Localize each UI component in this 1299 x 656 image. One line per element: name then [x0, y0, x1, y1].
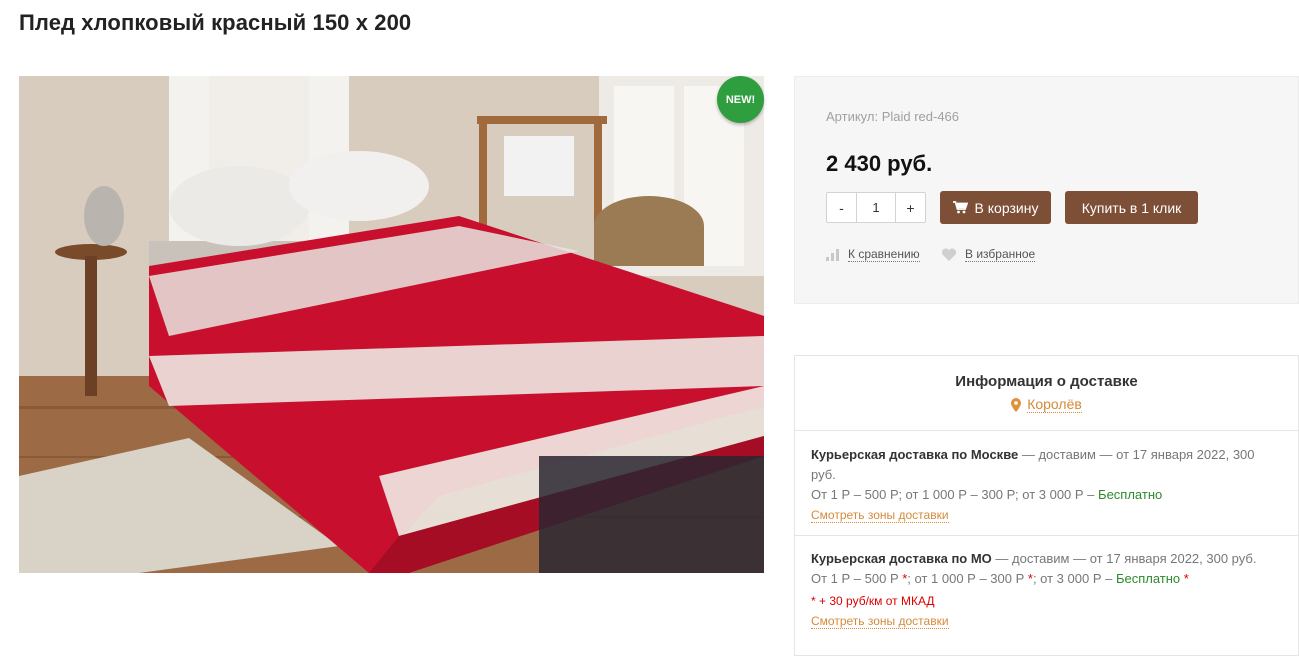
- quantity-increase-button[interactable]: +: [896, 193, 925, 222]
- product-photo: [19, 76, 764, 573]
- delivery-mo-price3: ; от 3 000 Р –: [1032, 571, 1116, 586]
- delivery-mo-star2: *: [1024, 571, 1033, 586]
- delivery-moscow-description: Курьерская доставка по Москве — доставим…: [811, 445, 1282, 485]
- quantity-input[interactable]: [856, 193, 896, 222]
- favorite-link[interactable]: В избранное: [941, 247, 1036, 262]
- delivery-mo-price1: От 1 Р – 500 Р: [811, 571, 899, 586]
- delivery-option-moscow: Курьерская доставка по Москве — доставим…: [795, 431, 1298, 536]
- delivery-moscow-free: Бесплатно: [1098, 487, 1163, 502]
- delivery-mo-description: Курьерская доставка по МО — доставим — о…: [811, 549, 1282, 569]
- quantity-decrease-button[interactable]: -: [827, 193, 856, 222]
- delivery-moscow-price-tiers: От 1 Р – 500 Р; от 1 000 Р – 300 Р; от 3…: [811, 487, 1099, 502]
- delivery-mo-free: Бесплатно: [1115, 571, 1181, 586]
- delivery-mo-mkad-note: * + 30 руб/км от МКАД: [811, 594, 935, 608]
- heart-icon: [941, 247, 957, 262]
- delivery-mo-price2: ; от 1 000 Р – 300 Р: [907, 571, 1025, 586]
- add-to-cart-label: В корзину: [974, 199, 1039, 216]
- delivery-moscow-prices: От 1 Р – 500 Р; от 1 000 Р – 300 Р; от 3…: [811, 485, 1282, 505]
- product-image[interactable]: [19, 76, 764, 573]
- product-article: Артикул: Plaid red-466: [826, 109, 960, 124]
- delivery-mo-prices: От 1 Р – 500 Р *; от 1 000 Р – 300 Р *; …: [811, 569, 1282, 589]
- delivery-mo-terms: — доставим — от 17 января 2022, 300 руб.: [991, 551, 1257, 566]
- city-selector[interactable]: Королёв: [1011, 396, 1082, 413]
- buy-panel: Артикул: Plaid red-466 2 430 руб. - + В …: [794, 76, 1299, 304]
- city-name: Королёв: [1027, 396, 1082, 413]
- delivery-mo-star1: *: [898, 571, 908, 586]
- delivery-mo-name: Курьерская доставка по МО: [811, 551, 992, 566]
- compare-label: К сравнению: [848, 247, 920, 262]
- delivery-moscow-zones-link[interactable]: Смотреть зоны доставки: [811, 508, 949, 523]
- location-pin-icon: [1011, 397, 1022, 412]
- delivery-mo-zones-link[interactable]: Смотреть зоны доставки: [811, 614, 949, 629]
- delivery-mo-star3: *: [1180, 571, 1189, 586]
- favorite-label: В избранное: [965, 247, 1036, 262]
- delivery-option-mo: Курьерская доставка по МО — доставим — о…: [795, 536, 1298, 631]
- new-badge: NEW!: [717, 76, 764, 123]
- delivery-info-panel: Информация о доставке Королёв Курьерская…: [794, 355, 1299, 656]
- compare-icon: [826, 248, 840, 261]
- delivery-title: Информация о доставке: [955, 373, 1138, 390]
- product-price: 2 430 руб.: [826, 151, 933, 176]
- add-to-cart-button[interactable]: В корзину: [940, 191, 1051, 224]
- page-title: Плед хлопковый красный 150 х 200: [19, 10, 412, 35]
- delivery-header: Информация о доставке Королёв: [795, 356, 1298, 431]
- buy-one-click-button[interactable]: Купить в 1 клик: [1065, 191, 1198, 224]
- compare-link[interactable]: К сравнению: [826, 247, 920, 262]
- cart-icon: [952, 201, 968, 214]
- quantity-stepper: - +: [826, 192, 926, 223]
- delivery-moscow-name: Курьерская доставка по Москве: [811, 447, 1019, 462]
